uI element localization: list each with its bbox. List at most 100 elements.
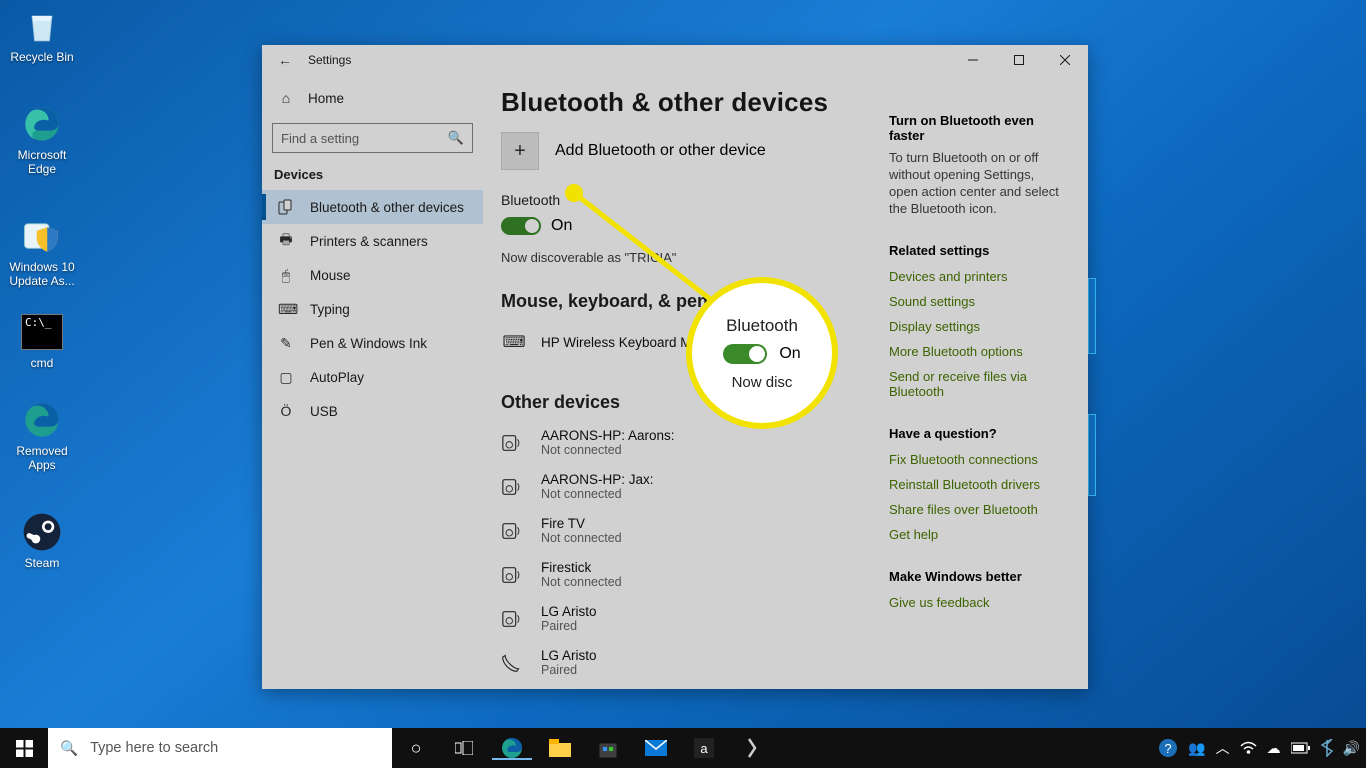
onedrive-icon[interactable]: ☁	[1267, 740, 1281, 757]
related-link[interactable]: Send or receive files via Bluetooth	[889, 364, 1066, 404]
bluetooth-icon	[278, 199, 294, 215]
selection-hint	[1088, 278, 1096, 354]
device-status: Not connected	[541, 531, 622, 546]
device-row[interactable]: FirestickNot connected	[501, 553, 881, 597]
taskbar-app-edge[interactable]	[488, 736, 536, 760]
cmd-icon: C:\_	[20, 310, 64, 354]
desktop-icon-removed-apps[interactable]: Removed Apps	[4, 398, 80, 472]
volume-icon[interactable]: 🔊	[1343, 740, 1360, 757]
device-name: AARONS-HP: Jax:	[541, 472, 654, 487]
maximize-button[interactable]	[996, 45, 1042, 75]
device-row[interactable]: LG AristoPaired	[501, 641, 881, 685]
desktop-icon-update-assistant[interactable]: Windows 10 Update As...	[4, 214, 80, 288]
bluetooth-tray-icon[interactable]	[1321, 739, 1333, 757]
discoverable-text: Now discoverable as "TRICIA"	[501, 240, 881, 287]
taskbar-app-amazon[interactable]: a	[680, 738, 728, 758]
bluetooth-toggle[interactable]	[501, 217, 541, 235]
sidebar-item-label: Typing	[310, 302, 350, 317]
people-icon[interactable]: 👥	[1188, 740, 1205, 757]
sidebar-item-typing[interactable]: ⌨ Typing	[262, 292, 483, 326]
device-status: Not connected	[541, 487, 654, 502]
device-row[interactable]: Fire TVNot connected	[501, 509, 881, 553]
related-link[interactable]: Devices and printers	[889, 264, 1066, 289]
printer-icon: 🖶	[278, 229, 294, 253]
desktop-icon-steam[interactable]: Steam	[4, 510, 80, 570]
search-placeholder: Find a setting	[281, 131, 359, 146]
pen-icon: ✎	[278, 335, 294, 352]
device-row[interactable]: LG AristoPaired	[501, 597, 881, 641]
speaker-icon	[501, 432, 527, 454]
sidebar-item-pen[interactable]: ✎ Pen & Windows Ink	[262, 326, 483, 360]
related-link[interactable]: Share files over Bluetooth	[889, 497, 1066, 522]
device-name: LG Aristo	[541, 648, 597, 663]
chevron-up-icon[interactable]: ︿	[1216, 738, 1230, 758]
back-button[interactable]: ←	[262, 52, 308, 68]
system-tray: ? 👥 ︿ ☁ 🔊	[1158, 728, 1366, 768]
related-link[interactable]: Give us feedback	[889, 590, 1066, 615]
search-icon: 🔍	[448, 130, 464, 146]
search-input[interactable]: Find a setting 🔍	[272, 123, 473, 153]
cortana-icon[interactable]: ○	[392, 738, 440, 759]
sidebar-item-usb[interactable]: Ö USB	[262, 394, 483, 428]
taskbar: 🔍 Type here to search ○ a ? 👥 ︿ ☁ 🔊	[0, 728, 1366, 768]
keyboard-icon: ⌨	[278, 301, 294, 318]
related-link[interactable]: Reinstall Bluetooth drivers	[889, 472, 1066, 497]
toggle-state: On	[551, 217, 572, 235]
device-row[interactable]: AARONS-HP: Aarons:Not connected	[501, 421, 881, 465]
device-status: Paired	[541, 663, 597, 678]
related-link[interactable]: Display settings	[889, 314, 1066, 339]
zoom-callout: Bluetooth On Now disc	[692, 283, 832, 423]
sidebar-item-autoplay[interactable]: ▢ AutoPlay	[262, 360, 483, 394]
aside-text: To turn Bluetooth on or off without open…	[889, 149, 1066, 243]
taskbar-app-store[interactable]	[584, 738, 632, 758]
minimize-button[interactable]	[950, 45, 996, 75]
device-name: Fire TV	[541, 516, 622, 531]
taskbar-app-mail[interactable]	[632, 740, 680, 756]
settings-window: ← Settings ⌂ Home Find a setting 🔍 Devic…	[262, 45, 1088, 689]
desktop-icon-cmd[interactable]: C:\_ cmd	[4, 310, 80, 370]
task-view-icon[interactable]	[440, 741, 488, 755]
aside-heading: Turn on Bluetooth even faster	[889, 113, 1066, 149]
battery-icon[interactable]	[1291, 742, 1311, 754]
related-link[interactable]: Fix Bluetooth connections	[889, 447, 1066, 472]
aside-heading: Related settings	[889, 243, 1066, 264]
speaker-icon	[501, 476, 527, 498]
speaker-icon	[501, 520, 527, 542]
device-status: Paired	[541, 619, 597, 634]
icon-label: Recycle Bin	[4, 50, 80, 64]
start-button[interactable]	[0, 728, 48, 768]
autoplay-icon: ▢	[278, 369, 294, 386]
help-icon[interactable]: ?	[1158, 738, 1178, 758]
device-row[interactable]: AARONS-HP: Jax:Not connected	[501, 465, 881, 509]
bluetooth-toggle[interactable]	[723, 344, 767, 364]
sidebar-item-mouse[interactable]: 🖱 Mouse	[262, 258, 483, 292]
icon-label: Microsoft Edge	[4, 148, 80, 176]
callout-below: Now disc	[732, 374, 793, 391]
sidebar-item-bluetooth[interactable]: Bluetooth & other devices	[262, 190, 483, 224]
close-button[interactable]	[1042, 45, 1088, 75]
sidebar-item-printers[interactable]: 🖶 Printers & scanners	[262, 224, 483, 258]
related-link[interactable]: More Bluetooth options	[889, 339, 1066, 364]
wifi-icon[interactable]	[1240, 741, 1257, 755]
desktop-icon-recycle-bin[interactable]: Recycle Bin	[4, 4, 80, 64]
icon-label: Removed Apps	[4, 444, 80, 472]
sidebar-item-label: AutoPlay	[310, 370, 364, 385]
device-row[interactable]: Living Room	[501, 685, 881, 689]
sidebar: ⌂ Home Find a setting 🔍 Devices Bluetoot…	[262, 75, 483, 689]
add-device-row[interactable]: + Add Bluetooth or other device	[501, 132, 881, 170]
aside-pane: Turn on Bluetooth even faster To turn Bl…	[889, 83, 1088, 689]
aside-heading: Make Windows better	[889, 569, 1066, 590]
icon-label: Steam	[4, 556, 80, 570]
taskbar-search[interactable]: 🔍 Type here to search	[48, 728, 392, 768]
taskbar-app-explorer[interactable]	[536, 739, 584, 757]
icon-label: cmd	[4, 356, 80, 370]
desktop-icon-edge[interactable]: Microsoft Edge	[4, 102, 80, 176]
related-link[interactable]: Get help	[889, 522, 1066, 547]
callout-label: Bluetooth	[726, 316, 798, 336]
sidebar-home[interactable]: ⌂ Home	[262, 79, 483, 117]
taskbar-app-unknown[interactable]	[728, 737, 776, 759]
bluetooth-label: Bluetooth	[501, 192, 881, 212]
plus-icon[interactable]: +	[501, 132, 539, 170]
sidebar-item-label: Home	[308, 91, 344, 106]
related-link[interactable]: Sound settings	[889, 289, 1066, 314]
